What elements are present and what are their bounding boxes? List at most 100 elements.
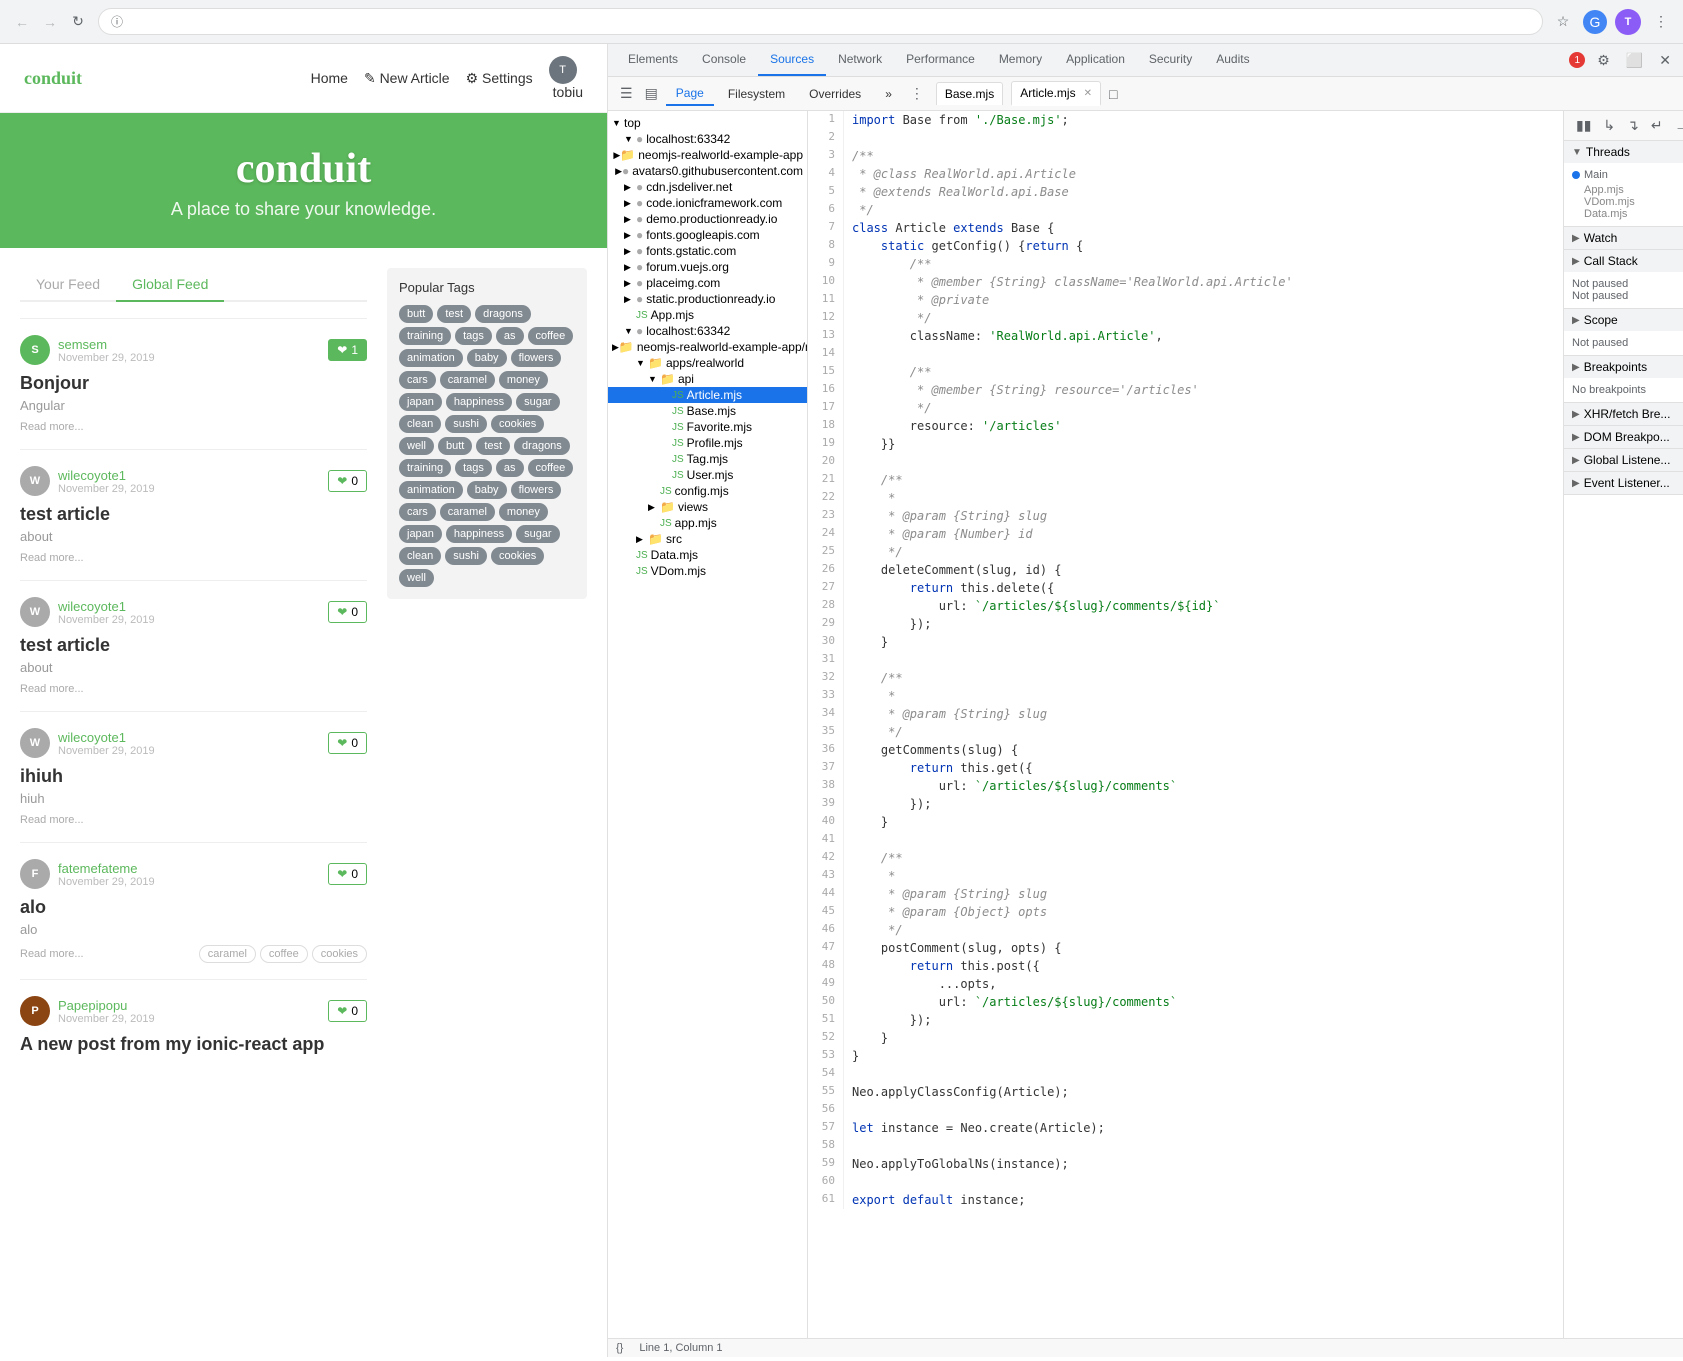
code-line[interactable]: 59Neo.applyToGlobalNs(instance);	[808, 1155, 1563, 1173]
tag-pill[interactable]: sushi	[445, 415, 487, 433]
tree-item-fontsgstatic[interactable]: ▶●fonts.gstatic.com	[608, 243, 807, 259]
code-line[interactable]: 53}	[808, 1047, 1563, 1065]
code-line[interactable]: 25 */	[808, 543, 1563, 561]
devtools-tab-performance[interactable]: Performance	[894, 44, 987, 76]
like-button[interactable]: ❤ 0	[328, 863, 367, 885]
author-name[interactable]: wilecoyote1	[58, 468, 155, 483]
like-button[interactable]: ❤ 1	[328, 339, 367, 361]
article-tag[interactable]: cookies	[312, 945, 367, 963]
code-line[interactable]: 1import Base from './Base.mjs';	[808, 111, 1563, 129]
tag-pill[interactable]: sugar	[516, 393, 560, 411]
sub-header-menu-btn[interactable]: ⋮	[906, 81, 928, 106]
tree-item-demo[interactable]: ▶●demo.productionready.io	[608, 211, 807, 227]
reload-button[interactable]: ↻	[66, 10, 90, 34]
tag-pill[interactable]: japan	[399, 525, 442, 543]
tag-pill[interactable]: coffee	[528, 459, 574, 477]
code-line[interactable]: 40 }	[808, 813, 1563, 831]
code-line[interactable]: 51 });	[808, 1011, 1563, 1029]
tag-pill[interactable]: money	[499, 371, 548, 389]
code-line[interactable]: 18 resource: '/articles'	[808, 417, 1563, 435]
code-line[interactable]: 49 ...opts,	[808, 975, 1563, 993]
step-btn[interactable]: →	[1671, 115, 1683, 136]
devtools-tab-network[interactable]: Network	[826, 44, 894, 76]
pause-resume-btn[interactable]: ▮▮	[1572, 115, 1595, 136]
tag-pill[interactable]: flowers	[511, 349, 562, 367]
settings-icon-btn[interactable]: ⚙	[1593, 48, 1614, 73]
devtools-tab-security[interactable]: Security	[1137, 44, 1204, 76]
datamjs-thread[interactable]: Data.mjs	[1584, 208, 1675, 220]
code-line[interactable]: 37 return this.get({	[808, 759, 1563, 777]
like-button[interactable]: ❤ 0	[328, 1000, 367, 1022]
sub-tab-page[interactable]: Page	[666, 82, 714, 106]
tag-pill[interactable]: animation	[399, 349, 463, 367]
code-panel[interactable]: 1import Base from './Base.mjs';23/**4 * …	[808, 111, 1563, 1338]
code-line[interactable]: 13 className: 'RealWorld.api.Article',	[808, 327, 1563, 345]
code-line[interactable]: 54	[808, 1065, 1563, 1083]
code-line[interactable]: 5 * @extends RealWorld.api.Base	[808, 183, 1563, 201]
tree-item-neomjs2[interactable]: ▶📁neomjs-realworld-example-app/node_m...	[608, 339, 807, 355]
devtools-tab-elements[interactable]: Elements	[616, 44, 690, 76]
tag-pill[interactable]: as	[496, 459, 524, 477]
code-line[interactable]: 17 */	[808, 399, 1563, 417]
devtools-tab-memory[interactable]: Memory	[987, 44, 1054, 76]
tag-pill[interactable]: test	[437, 305, 471, 323]
tree-item-vdommjs[interactable]: JSVDom.mjs	[608, 563, 807, 579]
tree-item-articlemjs[interactable]: JSArticle.mjs	[608, 387, 807, 403]
tab-your-feed[interactable]: Your Feed	[20, 268, 116, 302]
tree-item-codeio[interactable]: ▶●code.ionicframework.com	[608, 195, 807, 211]
tree-item-configmjs[interactable]: JSconfig.mjs	[608, 483, 807, 499]
code-line[interactable]: 22 *	[808, 489, 1563, 507]
code-line[interactable]: 45 * @param {Object} opts	[808, 903, 1563, 921]
tag-pill[interactable]: money	[499, 503, 548, 521]
code-line[interactable]: 9 /**	[808, 255, 1563, 273]
tree-item-localhost2[interactable]: ▼●localhost:63342	[608, 323, 807, 339]
code-line[interactable]: 50 url: `/articles/${slug}/comments`	[808, 993, 1563, 1011]
tree-item-src[interactable]: ▶📁src	[608, 531, 807, 547]
tag-pill[interactable]: clean	[399, 415, 441, 433]
vdommjs-thread[interactable]: VDom.mjs	[1584, 196, 1675, 208]
tree-item-fonts[interactable]: ▶●fonts.googleapis.com	[608, 227, 807, 243]
back-button[interactable]: ←	[10, 10, 34, 34]
like-button[interactable]: ❤ 0	[328, 732, 367, 754]
article-tag[interactable]: caramel	[199, 945, 256, 963]
code-line[interactable]: 43 *	[808, 867, 1563, 885]
author-name[interactable]: fatemefateme	[58, 861, 155, 876]
address-bar[interactable]: ⓘ localhost:63342/neomjs-realworld-examp…	[98, 8, 1543, 35]
code-line[interactable]: 46 */	[808, 921, 1563, 939]
tag-pill[interactable]: caramel	[440, 503, 495, 521]
tag-pill[interactable]: happiness	[446, 393, 512, 411]
toggle-sidebar-btn[interactable]: ☰	[616, 81, 637, 106]
code-line[interactable]: 58	[808, 1137, 1563, 1155]
tree-item-api[interactable]: ▼📁api	[608, 371, 807, 387]
tree-item-tagmjs[interactable]: JSTag.mjs	[608, 451, 807, 467]
watch-header[interactable]: ▶ Watch	[1564, 227, 1683, 249]
code-line[interactable]: 41	[808, 831, 1563, 849]
code-line[interactable]: 2	[808, 129, 1563, 147]
code-line[interactable]: 16 * @member {String} resource='/article…	[808, 381, 1563, 399]
step-into-btn[interactable]: ↴	[1623, 115, 1643, 136]
code-line[interactable]: 14	[808, 345, 1563, 363]
code-line[interactable]: 32 /**	[808, 669, 1563, 687]
tag-pill[interactable]: cars	[399, 371, 436, 389]
tree-item-appmjs[interactable]: JSApp.mjs	[608, 307, 807, 323]
code-line[interactable]: 33 *	[808, 687, 1563, 705]
tag-pill[interactable]: training	[399, 459, 451, 477]
author-name[interactable]: wilecoyote1	[58, 599, 155, 614]
breakpoints-header[interactable]: ▶ Breakpoints	[1564, 356, 1683, 378]
tree-item-favoritemjs[interactable]: JSFavorite.mjs	[608, 419, 807, 435]
tag-pill[interactable]: animation	[399, 481, 463, 499]
code-line[interactable]: 12 */	[808, 309, 1563, 327]
read-more-link[interactable]: Read more...	[20, 683, 84, 695]
global-listeners-header[interactable]: ▶ Global Listene...	[1564, 449, 1683, 471]
read-more-link[interactable]: Read more...	[20, 814, 84, 826]
tag-pill[interactable]: sushi	[445, 547, 487, 565]
tree-item-top[interactable]: ▼top	[608, 115, 807, 131]
tag-pill[interactable]: dragons	[514, 437, 570, 455]
tag-pill[interactable]: cookies	[491, 415, 544, 433]
tree-item-localhost[interactable]: ▼●localhost:63342	[608, 131, 807, 147]
code-line[interactable]: 34 * @param {String} slug	[808, 705, 1563, 723]
devtools-tab-console[interactable]: Console	[690, 44, 758, 76]
url-input[interactable]: localhost:63342/neomjs-realworld-example…	[129, 14, 1530, 29]
code-line[interactable]: 8 static getConfig() {return {	[808, 237, 1563, 255]
nav-new-article[interactable]: ✎ New Article	[364, 70, 450, 87]
